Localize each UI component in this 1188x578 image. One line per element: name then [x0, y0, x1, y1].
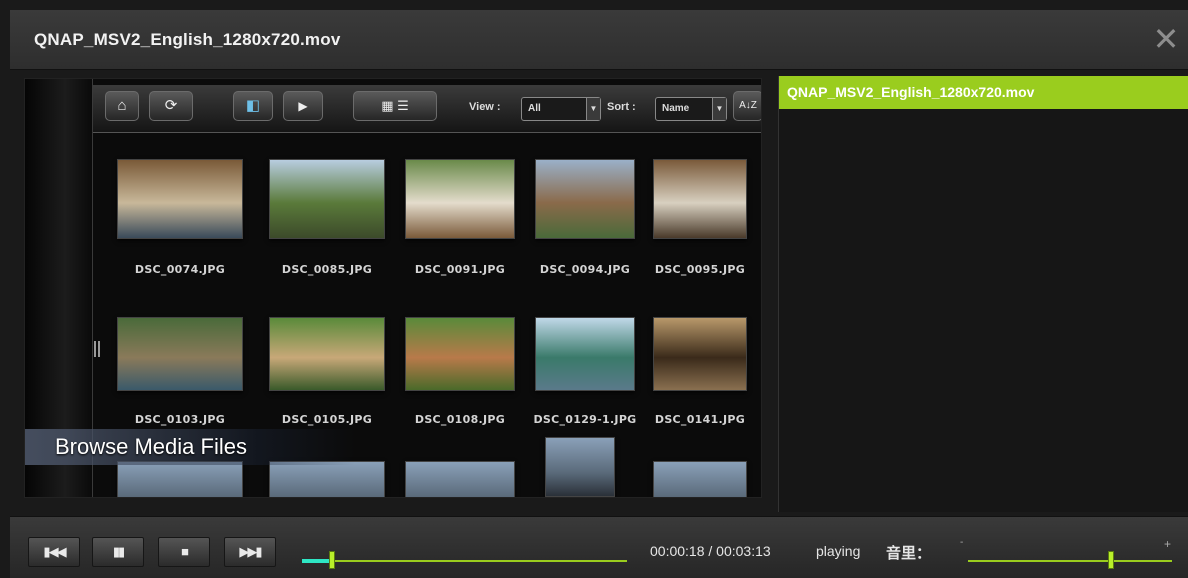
video-sort-select: Name ▼ [655, 97, 727, 121]
video-thumbnail-label: DSC_0105.JPG [281, 413, 373, 426]
video-thumbnail [117, 461, 243, 497]
playlist-panel: QNAP_MSV2_English_1280x720.mov [778, 76, 1188, 512]
video-play-icon: ▶ [283, 91, 323, 121]
video-panel-handle-icon [94, 341, 100, 357]
video-home-icon: ⌂ [105, 91, 139, 121]
playback-status: playing [816, 543, 861, 559]
video-thumbnail [117, 159, 243, 239]
video-thumbnail-label: DSC_0103.JPG [134, 413, 226, 426]
player-controls: ▮◀◀ ▮▮ ■ ▶▶▮ 00:00:18 / 00:03:13 playing… [10, 516, 1188, 578]
volume-plus-icon: + [1164, 537, 1172, 551]
video-thumbnail [117, 317, 243, 391]
time-display: 00:00:18 / 00:03:13 [650, 543, 771, 559]
video-refresh-icon: ⟳ [149, 91, 193, 121]
volume-slider[interactable] [968, 560, 1172, 562]
video-thumbnail [653, 317, 747, 391]
seek-bar-played [302, 559, 332, 563]
video-thumbnail-label: DSC_0074.JPG [134, 263, 226, 276]
video-thumbnail [405, 159, 515, 239]
next-track-button[interactable]: ▶▶▮ [224, 537, 276, 567]
volume-handle[interactable] [1108, 551, 1114, 569]
window-title: QNAP_MSV2_English_1280x720.mov [34, 30, 341, 49]
chevron-down-icon: ▼ [586, 98, 600, 120]
video-thumbnail [269, 159, 385, 239]
video-thumbnail-label: DSC_0095.JPG [654, 263, 746, 276]
video-gallery-icon: ◧ [233, 91, 273, 121]
video-thumbnail [535, 317, 635, 391]
playlist-item[interactable]: QNAP_MSV2_English_1280x720.mov [779, 76, 1188, 109]
seek-bar[interactable] [302, 560, 627, 562]
video-sort-label: Sort : [607, 101, 636, 113]
video-thumbnail-label: DSC_0091.JPG [414, 263, 506, 276]
stop-button[interactable]: ■ [158, 537, 210, 567]
video-thumbnail-label: DSC_0094.JPG [539, 263, 631, 276]
video-thumbnail [269, 461, 385, 497]
video-view-select: All ▼ [521, 97, 601, 121]
video-media-toolbar: ⌂ ⟳ ◧ ▶ ▦ ☰ View : All ▼ Sort : Name ▼ A↓Z [93, 85, 761, 133]
volume-minus-icon: - [960, 537, 964, 548]
video-thumbnail [535, 159, 635, 239]
video-caption: Browse Media Files [25, 429, 355, 465]
video-thumbnail-label: DSC_0108.JPG [414, 413, 506, 426]
volume-label: 音里： [886, 544, 932, 562]
previous-track-button[interactable]: ▮◀◀ [28, 537, 80, 567]
video-thumbnail [653, 461, 747, 497]
video-thumbnail-label: DSC_0129-1.JPG [533, 413, 637, 426]
video-thumbnail [653, 159, 747, 239]
chevron-down-icon: ▼ [712, 98, 726, 120]
video-view-label: View : [469, 101, 501, 113]
video-thumbnail-label: DSC_0085.JPG [281, 263, 373, 276]
video-thumbnail-label: DSC_0141.JPG [654, 413, 746, 426]
video-frame[interactable]: ⌂ ⟳ ◧ ▶ ▦ ☰ View : All ▼ Sort : Name ▼ A↓Z… [24, 78, 762, 498]
video-thumbnail [269, 317, 385, 391]
close-icon[interactable]: ✕ [1152, 23, 1180, 55]
window-titlebar: QNAP_MSV2_English_1280x720.mov ✕ [10, 10, 1188, 70]
video-thumbnail [405, 317, 515, 391]
video-thumbnail [405, 461, 515, 497]
video-thumbnail [545, 437, 615, 497]
video-sort-az-icon: A↓Z [733, 91, 761, 121]
pause-button[interactable]: ▮▮ [92, 537, 144, 567]
seek-handle[interactable] [329, 551, 335, 569]
video-view-mode-icon: ▦ ☰ [353, 91, 437, 121]
